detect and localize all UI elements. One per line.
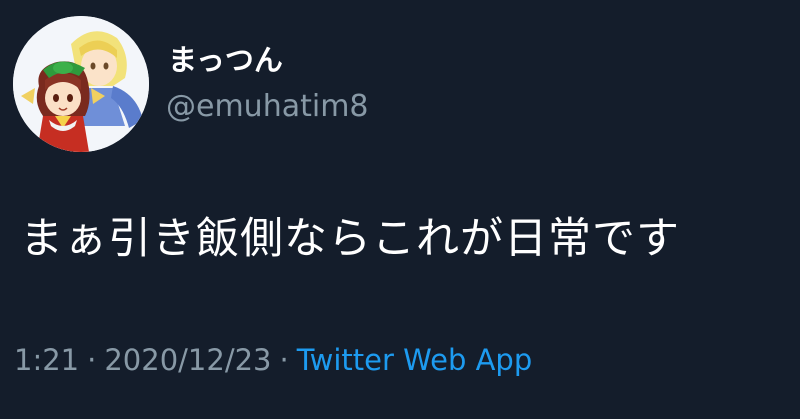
tweet-date[interactable]: 2020/12/23 [104,343,271,377]
meta-separator: · [279,343,289,377]
tweet-time[interactable]: 1:21 [14,343,79,377]
user-handle[interactable]: @emuhatim8 [166,88,369,126]
tweet-source-link[interactable]: Twitter Web App [297,343,533,377]
tweet-meta: 1:21 · 2020/12/23 · Twitter Web App [14,340,532,380]
user-avatar[interactable] [13,16,149,152]
tweet-text: まぁ引き飯側ならこれが日常です [20,214,680,264]
anime-character-avatar-icon [13,16,149,152]
meta-separator: · [87,343,97,377]
display-name[interactable]: まっつん [168,42,283,78]
tweet-card: まっつん @emuhatim8 まぁ引き飯側ならこれが日常です 1:21 · 202… [0,0,800,419]
